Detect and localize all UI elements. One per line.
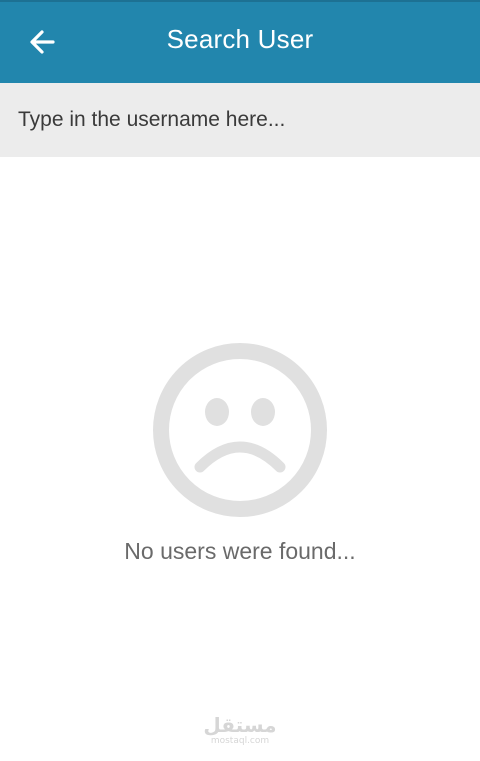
search-user-screen: Search User No users were found... مستقل… (0, 0, 480, 761)
empty-state: No users were found... (0, 340, 480, 565)
arrow-left-icon (28, 28, 56, 56)
search-bar (0, 83, 480, 157)
page-title: Search User (166, 24, 314, 54)
username-search-input[interactable] (0, 83, 480, 157)
watermark-sub-text: mostaql.com (210, 736, 270, 746)
back-button[interactable] (18, 20, 66, 64)
app-bar: Search User (0, 0, 480, 83)
watermark-logo: مستقل mostaql.com (0, 714, 480, 746)
sad-face-icon (153, 343, 327, 517)
watermark-main-text: مستقل (203, 713, 277, 737)
empty-state-message: No users were found... (124, 538, 356, 564)
